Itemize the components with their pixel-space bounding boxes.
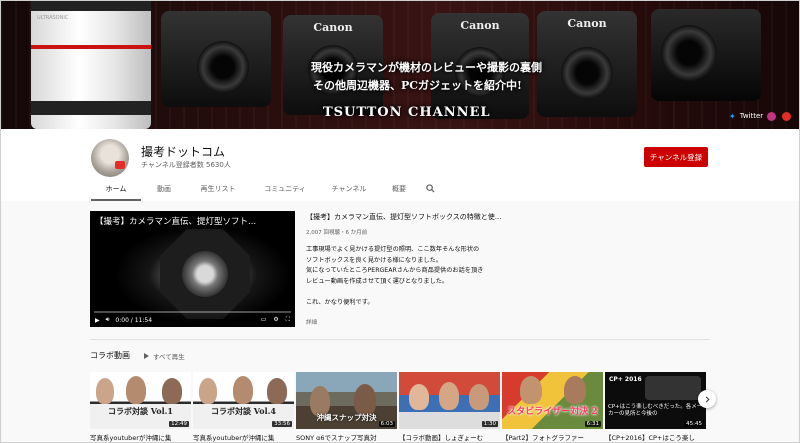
twitter-label: Twitter: [739, 112, 764, 120]
lens-text: ULTRASONIC: [37, 15, 69, 21]
video-duration: 45:45: [684, 421, 704, 427]
tab-about[interactable]: 概要: [377, 181, 421, 201]
camera-brand-label: Canon: [460, 19, 500, 32]
camera-image-canon-3: Canon: [537, 11, 637, 117]
video-title[interactable]: 写真系youtuberが沖縄に集: [193, 432, 294, 442]
search-tab[interactable]: [421, 181, 439, 201]
play-all-button[interactable]: すべて再生: [144, 351, 185, 361]
description-line: 工事現場でよく見かける提灯型の照明、ここ数年そんな形状の: [306, 246, 480, 253]
video-duration: 1:30: [481, 421, 498, 427]
description-line: ソフトボックスを良く見かける様になりました。: [306, 256, 442, 264]
video-card[interactable]: 1:30 【コラボ動画】しょぎょーむ: [399, 372, 500, 442]
thumbnail-overlay-text: コラボ対談 Vol.4: [211, 406, 276, 416]
collab-video-shelf: コラボ対談 Vol.1 12:49 写真系youtuberが沖縄に集 コラボ対談…: [90, 372, 706, 443]
video-card[interactable]: スタビライザー対決 2 6:31 【Part2】フォトグラファー: [502, 372, 603, 442]
video-title[interactable]: 写真系youtuberが沖縄に集: [90, 432, 191, 442]
instagram-icon: [767, 111, 776, 121]
thumbnail-overlay-text: コラボ対談 Vol.1: [108, 406, 173, 416]
search-icon: [425, 184, 435, 193]
fullscreen-icon[interactable]: ⛶: [286, 316, 290, 324]
channel-name: 撮考ドットコム: [141, 145, 226, 159]
video-thumbnail[interactable]: 1:30: [399, 372, 500, 429]
channel-header: 撮考ドットコム チャンネル登録者数 5630人 チャンネル登録 ホーム 動画 再…: [1, 129, 799, 201]
featured-video-title[interactable]: 【撮考】カメラマン直伝、提灯型ソフトボックスの特徴と使...: [306, 212, 501, 222]
description-line: これ、かなり便利です。: [306, 298, 374, 306]
video-thumbnail[interactable]: コラボ対談 Vol.4 33:56: [193, 372, 294, 429]
volume-icon[interactable]: 🔊︎: [106, 316, 110, 324]
banner-headline-1: 現役カメラマンが機材のレビューや撮影の裏側: [311, 61, 542, 74]
video-duration: 6:03: [378, 421, 395, 427]
tab-channels[interactable]: チャンネル: [321, 181, 377, 201]
video-thumbnail[interactable]: CP+ 2016 CP+はこう楽しむべきだった。各メーカーの見所と今後の 45:…: [605, 372, 706, 429]
subtitles-icon[interactable]: ▭: [261, 316, 267, 324]
video-card[interactable]: コラボ対談 Vol.1 12:49 写真系youtuberが沖縄に集: [90, 372, 191, 442]
twitter-icon: ✦: [729, 111, 736, 121]
channel-tabs: ホーム 動画 再生リスト コミュニティ チャンネル 概要: [91, 181, 439, 201]
telephoto-lens-image: ULTRASONIC: [31, 1, 151, 129]
featured-video-meta: 2,007 回視聴・6 か月前: [306, 230, 368, 236]
banner-headline-2: その他周辺機器、PCガジェットを紹介中!: [313, 79, 522, 92]
read-more-link[interactable]: 詳細: [306, 318, 317, 326]
video-title[interactable]: 【CP+2016】CP+はこう楽し: [605, 432, 706, 442]
camera-thumbnail-image: [645, 376, 701, 400]
tab-videos[interactable]: 動画: [141, 181, 187, 201]
youtube-badge-icon: [115, 161, 125, 169]
description-line: レビュー動画を作成させて頂く運びとなりました。: [306, 277, 449, 285]
shelf-next-button[interactable]: [698, 390, 716, 408]
video-duration: 6:31: [584, 421, 601, 427]
camera-image-sony: [161, 11, 271, 107]
camera-brand-label: Canon: [567, 17, 607, 30]
play-all-label: すべて再生: [153, 353, 185, 361]
video-thumbnail[interactable]: スタビライザー対決 2 6:31: [502, 372, 603, 429]
instagram-link[interactable]: [767, 110, 776, 122]
settings-gear-icon[interactable]: ⚙: [273, 316, 278, 324]
video-title[interactable]: SONY α6でスナップ写真対: [296, 432, 397, 442]
video-card[interactable]: コラボ対談 Vol.4 33:56 写真系youtuberが沖縄に集: [193, 372, 294, 442]
play-icon[interactable]: ▶: [95, 317, 100, 324]
tab-playlists[interactable]: 再生リスト: [187, 181, 249, 201]
video-title[interactable]: 【Part2】フォトグラファー: [502, 432, 603, 442]
twitter-link[interactable]: ✦ Twitter: [729, 110, 763, 122]
section-divider: [90, 339, 710, 340]
video-thumbnail[interactable]: 沖縄スナップ対決 6:03: [296, 372, 397, 429]
video-duration: 33:56: [272, 421, 292, 427]
camera-brand-label: Canon: [313, 21, 353, 34]
featured-video-description: 工事現場でよく見かける提灯型の照明、ここ数年そんな形状の ソフトボックスを良く見…: [306, 245, 483, 308]
gimbal-camera-image: [651, 9, 761, 101]
description-line: 気になっていたところPERGEARさんから商品提供のお話を頂き: [306, 267, 484, 274]
video-title[interactable]: 【コラボ動画】しょぎょーむ: [399, 432, 500, 442]
play-icon: [144, 353, 149, 359]
chevron-right-icon: [705, 396, 710, 402]
video-duration: 12:49: [169, 421, 189, 427]
description-line: [306, 287, 483, 298]
section-title-collab[interactable]: コラボ動画: [90, 350, 130, 361]
youtube-link[interactable]: [782, 110, 791, 122]
thumbnail-overlay-text: スタビライザー対決 2: [507, 407, 598, 417]
channel-banner: ULTRASONIC Canon Canon Canon 現役カメラマンが機材の…: [1, 1, 799, 129]
tab-home[interactable]: ホーム: [91, 181, 141, 201]
thumbnail-overlay-text: CP+はこう楽しむべきだった。各メーカーの見所と今後の: [608, 404, 703, 417]
channel-avatar[interactable]: [91, 139, 129, 177]
player-controls: ▶ 🔊︎ 0:00 / 11:54 ▭ ⚙ ⛶: [90, 313, 295, 327]
featured-video-player[interactable]: 【撮考】カメラマン直伝、提灯型ソフト... ▶ 🔊︎ 0:00 / 11:54 …: [90, 211, 295, 327]
banner-channel-name: TSUTTON CHANNEL: [323, 105, 491, 120]
player-title[interactable]: 【撮考】カメラマン直伝、提灯型ソフト...: [95, 215, 256, 227]
youtube-icon: [782, 111, 791, 121]
tab-community[interactable]: コミュニティ: [249, 181, 321, 201]
video-thumbnail[interactable]: コラボ対談 Vol.1 12:49: [90, 372, 191, 429]
thumbnail-badge-text: CP+ 2016: [609, 376, 642, 383]
video-card[interactable]: CP+ 2016 CP+はこう楽しむべきだった。各メーカーの見所と今後の 45:…: [605, 372, 706, 442]
subscriber-count: チャンネル登録者数 5630人: [141, 161, 231, 169]
video-card[interactable]: 沖縄スナップ対決 6:03 SONY α6でスナップ写真対: [296, 372, 397, 442]
player-time: 0:00 / 11:54: [115, 316, 153, 324]
subscribe-button[interactable]: チャンネル登録: [644, 147, 708, 167]
